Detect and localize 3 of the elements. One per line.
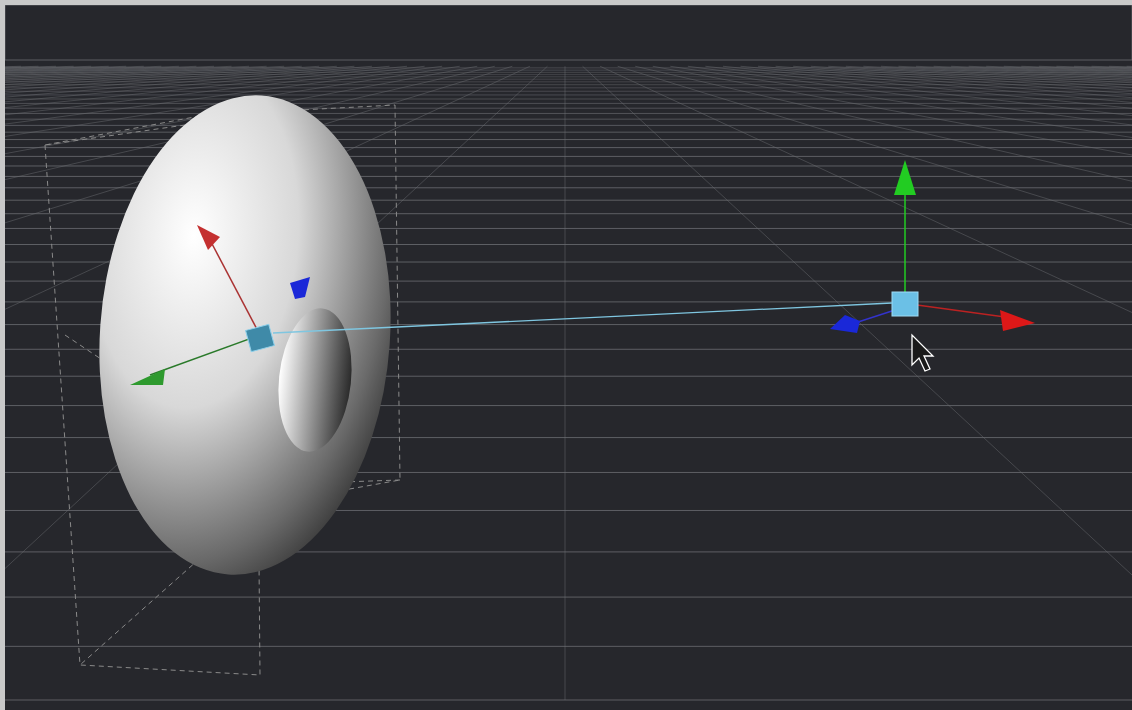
gizmo-drawing[interactable] <box>830 160 1035 333</box>
gizmo-drawing[interactable] <box>130 225 310 385</box>
cursor-icon <box>911 333 935 372</box>
